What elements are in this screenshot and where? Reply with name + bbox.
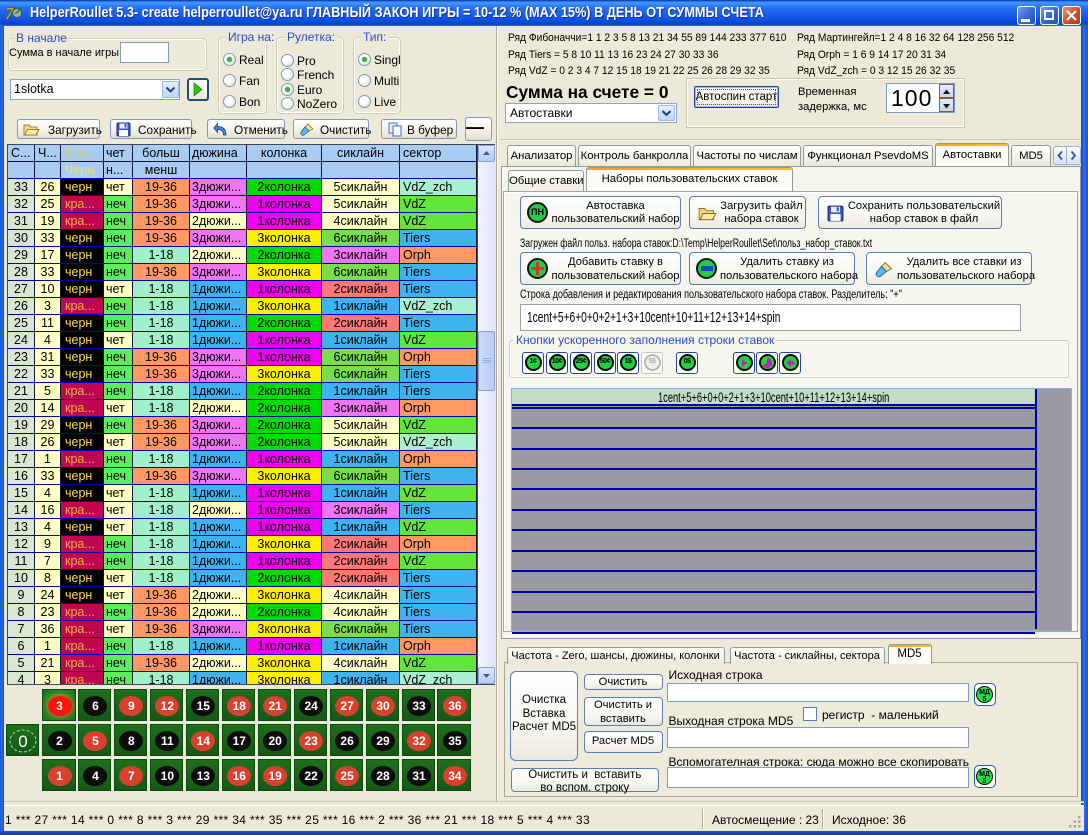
svg-text:0: 0: [18, 732, 27, 751]
